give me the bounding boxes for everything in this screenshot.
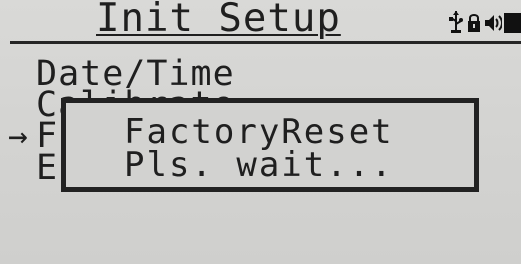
device-lcd-screen: Init Setup Date/Time → F E FactoryReset … bbox=[0, 0, 521, 264]
battery-icon bbox=[504, 13, 521, 33]
screen-header: Init Setup bbox=[0, 0, 521, 45]
menu-item-exit[interactable]: E bbox=[36, 149, 58, 187]
usb-icon bbox=[449, 11, 463, 33]
lock-icon bbox=[468, 14, 480, 32]
dialog-status-text: Pls. wait... bbox=[124, 145, 394, 185]
factory-reset-dialog: FactoryReset Pls. wait... bbox=[61, 98, 479, 192]
screen-title: Init Setup bbox=[96, 0, 341, 41]
speaker-icon bbox=[485, 15, 502, 31]
status-icons bbox=[448, 10, 521, 36]
header-divider bbox=[10, 41, 521, 44]
selection-arrow: → bbox=[8, 116, 28, 155]
